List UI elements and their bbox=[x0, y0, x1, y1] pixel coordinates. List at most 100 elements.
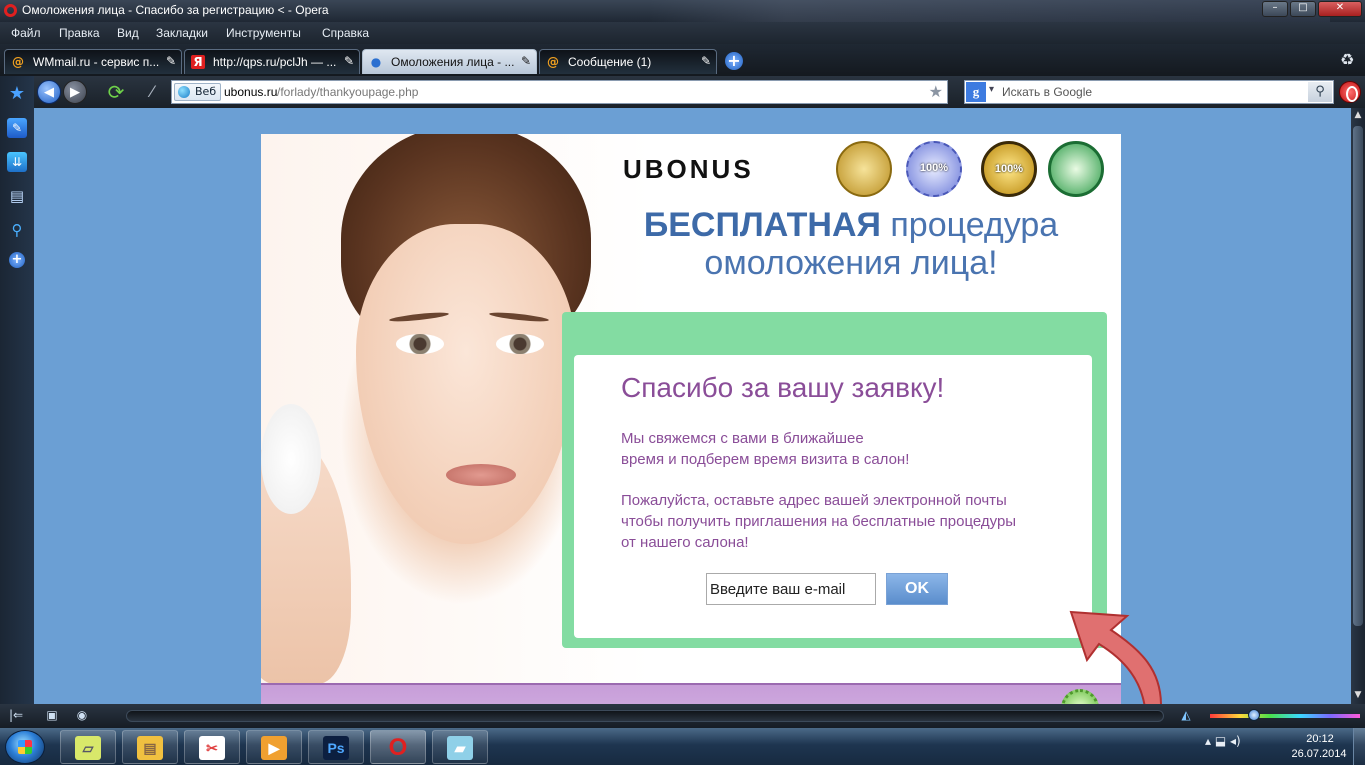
web-badge[interactable]: Веб bbox=[174, 83, 222, 101]
zoom-slider-handle[interactable] bbox=[1248, 709, 1260, 721]
taskbar-explorer[interactable]: ▤ bbox=[122, 730, 178, 764]
window-title: Омоложения лица - Спасибо за регистрацию… bbox=[22, 3, 329, 17]
scroll-thumb[interactable] bbox=[1353, 126, 1363, 626]
thanks-title: Спасибо за вашу заявку! bbox=[621, 372, 945, 403]
title-bar: Омоложения лица - Спасибо за регистрацию… bbox=[0, 0, 1365, 78]
cotton-pad bbox=[261, 404, 321, 514]
page-headline: БЕСПЛАТНАЯ процедура омоложения лица! bbox=[591, 206, 1111, 282]
taskbar-opera[interactable]: O bbox=[370, 730, 426, 764]
tab-label: http://qps.ru/pclJh — ... bbox=[213, 55, 337, 69]
folder-icon: ▤ bbox=[137, 736, 163, 760]
menu-edit[interactable]: Правка bbox=[59, 26, 100, 40]
gear-badge-icon bbox=[1061, 689, 1099, 704]
scroll-up-icon[interactable]: ▲ bbox=[1353, 110, 1363, 122]
taskbar-editor[interactable]: ▰ bbox=[432, 730, 488, 764]
at-sign-icon: @ bbox=[12, 55, 24, 69]
taskbar: ▱ ▤ ✂ ▶ Ps O ▰ ▴ ⬓ ◂) 20:12 26.07.2014 bbox=[0, 728, 1365, 765]
status-progress-bar bbox=[126, 710, 1164, 722]
address-bar[interactable]: Веб ubonus.ru /forlady/thankyoupage.php … bbox=[171, 80, 948, 104]
at-sign-icon: @ bbox=[547, 55, 559, 69]
bookmarks-star-icon[interactable]: ★ bbox=[7, 84, 27, 104]
headline-rest: процедура bbox=[880, 206, 1059, 244]
search-button[interactable]: ⚲ bbox=[1308, 82, 1332, 102]
yandex-icon: Я bbox=[191, 55, 205, 69]
taskbar-notes[interactable]: ▱ bbox=[60, 730, 116, 764]
tab-edit-icon[interactable]: ✎ bbox=[166, 54, 176, 68]
side-panel: ★ ✎ ⇊ ▤ ⚲ + bbox=[0, 76, 34, 704]
tab-edit-icon[interactable]: ✎ bbox=[701, 54, 711, 68]
new-tab-button[interactable]: + bbox=[725, 52, 743, 70]
web-badge-label: Веб bbox=[195, 85, 217, 98]
opera-icon: O bbox=[388, 734, 408, 761]
tab-wmmail[interactable]: @ WMmail.ru - сервис п... ✎ bbox=[4, 49, 182, 74]
panels-icon[interactable]: ▤ bbox=[7, 186, 27, 206]
opera-menu-button[interactable] bbox=[1339, 81, 1361, 103]
lips bbox=[446, 464, 516, 486]
taskbar-snipping[interactable]: ✂ bbox=[184, 730, 240, 764]
speed-dial-icon[interactable]: ◉ bbox=[74, 708, 90, 724]
show-desktop-button[interactable] bbox=[1353, 728, 1365, 765]
turbo-icon[interactable]: ▣ bbox=[44, 708, 60, 724]
minimize-icon: – bbox=[1272, 2, 1278, 13]
editor-app-icon: ▰ bbox=[447, 736, 473, 760]
scissors-icon: ✂ bbox=[199, 736, 225, 760]
tab-label: Сообщение (1) bbox=[568, 55, 652, 69]
bookmark-star-icon[interactable]: ★ bbox=[929, 82, 943, 101]
face bbox=[356, 224, 576, 544]
url-path: /forlady/thankyoupage.php bbox=[277, 85, 419, 99]
clock-time[interactable]: 20:12 bbox=[1290, 733, 1350, 745]
eye bbox=[396, 334, 444, 354]
taskbar-photoshop[interactable]: Ps bbox=[308, 730, 364, 764]
trash-icon[interactable]: ♻ bbox=[1340, 50, 1354, 69]
maximize-icon: □ bbox=[1298, 2, 1308, 13]
forward-button[interactable]: ▶ bbox=[63, 80, 87, 104]
menu-tools[interactable]: Инструменты bbox=[226, 26, 301, 40]
tab-edit-icon[interactable]: ✎ bbox=[344, 54, 354, 68]
minimize-button[interactable]: – bbox=[1262, 1, 1288, 17]
close-button[interactable]: ✕ bbox=[1318, 1, 1362, 17]
landing-page: UBONUS 100% 100% БЕСПЛАТНАЯ процедура ом… bbox=[261, 134, 1162, 704]
scroll-down-icon[interactable]: ▼ bbox=[1353, 690, 1363, 702]
eye bbox=[496, 334, 544, 354]
back-button[interactable]: ◀ bbox=[37, 80, 61, 104]
clock-date[interactable]: 26.07.2014 bbox=[1284, 748, 1354, 760]
maximize-button[interactable]: □ bbox=[1290, 1, 1316, 17]
add-panel-icon[interactable]: + bbox=[9, 252, 25, 268]
quality-badge-icon: 100% bbox=[906, 141, 962, 197]
search-box[interactable]: g ▾ Искать в Google ⚲ bbox=[964, 80, 1334, 104]
headline-line2: омоложения лица! bbox=[704, 244, 998, 282]
tab-edit-icon[interactable]: ✎ bbox=[521, 54, 531, 68]
taskbar-media[interactable]: ▶ bbox=[246, 730, 302, 764]
email-field[interactable] bbox=[706, 573, 876, 605]
chevron-down-icon[interactable]: ▾ bbox=[989, 84, 994, 95]
notes-app-icon: ▱ bbox=[75, 736, 101, 760]
tab-label: Омоложения лица - ... bbox=[391, 55, 515, 69]
system-tray[interactable]: ▴ ⬓ ◂) bbox=[1205, 734, 1241, 748]
google-icon[interactable]: g bbox=[966, 82, 986, 102]
wand-icon[interactable]: ⁄ bbox=[140, 80, 164, 104]
reload-button[interactable]: ⟳ bbox=[104, 80, 128, 104]
vertical-scrollbar[interactable]: ▲ ▼ bbox=[1351, 108, 1365, 704]
notes-icon[interactable]: ✎ bbox=[7, 118, 27, 138]
zoom-slider[interactable] bbox=[1210, 714, 1360, 718]
quality-badge-icon: 100% bbox=[981, 141, 1037, 197]
menu-help[interactable]: Справка bbox=[322, 26, 369, 40]
tab-bar: @ WMmail.ru - сервис п... ✎ Я http://qps… bbox=[0, 44, 1365, 76]
menu-file[interactable]: Файл bbox=[11, 26, 41, 40]
search-input[interactable]: Искать в Google bbox=[1002, 85, 1092, 99]
close-icon: ✕ bbox=[1335, 2, 1345, 13]
panel-toggle-icon[interactable]: |⇐ bbox=[8, 708, 24, 724]
tab-message[interactable]: @ Сообщение (1) ✎ bbox=[539, 49, 717, 74]
opera-logo-icon bbox=[4, 4, 17, 17]
promo-band bbox=[261, 683, 1121, 704]
downloads-icon[interactable]: ⇊ bbox=[7, 152, 27, 172]
menu-bookmarks[interactable]: Закладки bbox=[156, 26, 208, 40]
quality-badge-icon bbox=[836, 141, 892, 197]
search-icon[interactable]: ⚲ bbox=[7, 220, 27, 240]
ok-button[interactable]: OK bbox=[886, 573, 948, 605]
start-button[interactable] bbox=[5, 730, 45, 764]
view-icon[interactable]: ◭ bbox=[1178, 708, 1194, 724]
menu-view[interactable]: Вид bbox=[117, 26, 139, 40]
tab-qps[interactable]: Я http://qps.ru/pclJh — ... ✎ bbox=[184, 49, 360, 74]
tab-omolozheniya[interactable]: ● Омоложения лица - ... ✎ bbox=[362, 49, 537, 74]
